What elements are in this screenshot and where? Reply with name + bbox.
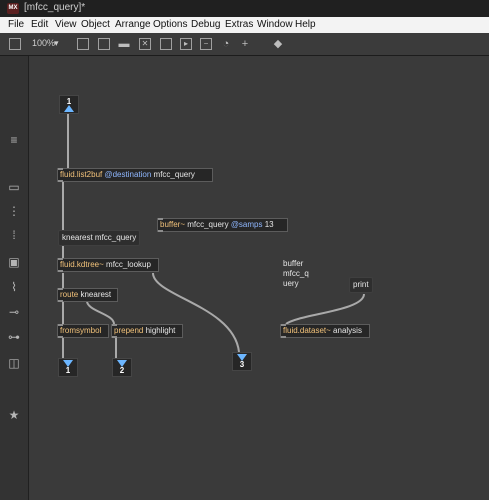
buffer-val: 13 (264, 220, 274, 229)
message-icon[interactable] (160, 38, 172, 50)
max-app-icon: MX (7, 3, 19, 14)
presentation-icon[interactable] (77, 38, 89, 50)
cord-kdtree-to-outlet3 (152, 272, 240, 353)
link-icon[interactable]: ⊶ (7, 330, 21, 344)
kdtree-arg: mfcc_lookup (106, 260, 151, 269)
dataset-object[interactable]: fluid.dataset~ analysis (280, 324, 370, 338)
buffer-comment: buffer mfcc_q uery (283, 259, 309, 288)
buffer-object[interactable]: buffer~ mfcc_query @samps 13 (157, 218, 288, 232)
list2buf-attr: @destination (104, 170, 152, 179)
window-title: [mfcc_query]* (24, 2, 86, 13)
zoom-dropdown-icon[interactable]: ▾ (54, 38, 59, 49)
menu-icon[interactable]: ≡ (7, 133, 21, 147)
outlet-1-label: 1 (65, 366, 71, 375)
sidebar-toggle-icon[interactable] (9, 38, 21, 50)
menu-help[interactable]: Help (295, 19, 316, 30)
list2buf-name: fluid.list2buf (60, 170, 103, 179)
outlet-2[interactable]: 2 (112, 358, 132, 377)
close-icon[interactable]: ✕ (139, 38, 151, 50)
patch-cords (62, 113, 365, 358)
kdtree-object[interactable]: fluid.kdtree~ mfcc_lookup (57, 258, 159, 272)
toolbar: 100% ▾ ▬ ✕ ▸ − ◔ + ◆ (0, 33, 489, 56)
outlet-3[interactable]: 3 (232, 352, 252, 371)
list2buf-arg: mfcc_query (153, 170, 195, 179)
square-icon[interactable]: ◫ (7, 356, 21, 370)
paint-bucket-icon[interactable]: ◆ (271, 37, 285, 51)
inlet-1[interactable]: 1 (59, 95, 79, 114)
list2buf-object[interactable]: fluid.list2buf @destination mfcc_query (57, 168, 213, 182)
outlet-2-label: 2 (119, 366, 125, 375)
image-icon[interactable]: ▣ (7, 255, 21, 269)
play-icon[interactable]: ▸ (180, 38, 192, 50)
clip-icon[interactable]: ⌇ (7, 280, 21, 294)
comment-icon[interactable]: ▬ (117, 37, 131, 51)
kdtree-name: fluid.kdtree~ (60, 260, 104, 269)
menu-file[interactable]: File (8, 19, 24, 30)
buffer-arg: mfcc_query (187, 220, 229, 229)
left-sidebar: ≡ ▭ ⋮ ⁞ ▣ ⌇ ⊸ ⊶ ◫ ★ (0, 56, 29, 500)
title-bar: MX [mfcc_query]* (0, 0, 489, 17)
buffer-attr: @samps (230, 220, 263, 229)
grid-icon[interactable] (98, 38, 110, 50)
menu-extras[interactable]: Extras (225, 19, 253, 30)
route-arg: knearest (80, 290, 112, 299)
dial-icon[interactable]: ◔ (219, 37, 233, 51)
plug-icon[interactable]: ⊸ (7, 305, 21, 319)
inlet-arrow-icon (64, 105, 74, 112)
menu-options[interactable]: Options (153, 19, 187, 30)
menu-view[interactable]: View (55, 19, 77, 30)
prepend-object[interactable]: prepend highlight (111, 324, 183, 338)
outlet-1[interactable]: 1 (58, 358, 78, 377)
menu-edit[interactable]: Edit (31, 19, 48, 30)
print-message[interactable]: print (349, 277, 373, 293)
zoom-level[interactable]: 100% (32, 38, 55, 48)
menu-window[interactable]: Window (257, 19, 293, 30)
menu-bar: File Edit View Object Arrange Options De… (0, 17, 489, 33)
fromsymbol-name: fromsymbol (60, 326, 102, 335)
buffer-name: buffer~ (160, 220, 185, 229)
patcher-canvas[interactable]: 1 fluid.list2buf @destination mfcc_query… (29, 56, 489, 500)
dataset-arg: analysis (333, 326, 362, 335)
slider-icon[interactable]: − (200, 38, 212, 50)
route-name: route (60, 290, 79, 299)
waveform-icon[interactable]: ⋮ (7, 204, 21, 218)
menu-arrange[interactable]: Arrange (115, 19, 151, 30)
step-icon[interactable]: ⁞ (7, 228, 21, 242)
outlet-3-label: 3 (239, 360, 245, 369)
fromsymbol-object[interactable]: fromsymbol (57, 324, 109, 338)
add-icon[interactable]: + (238, 37, 252, 51)
star-icon[interactable]: ★ (7, 408, 21, 422)
cord-print-to-dataset (285, 293, 365, 325)
menu-object[interactable]: Object (81, 19, 110, 30)
menu-debug[interactable]: Debug (191, 19, 220, 30)
prepend-arg: highlight (145, 326, 176, 335)
cord-route-to-prepend (86, 300, 115, 325)
prepend-name: prepend (114, 326, 144, 335)
knearest-message[interactable]: knearest mfcc_query (58, 230, 141, 246)
route-object[interactable]: route knearest (57, 288, 118, 302)
film-icon[interactable]: ▭ (7, 180, 21, 194)
dataset-name: fluid.dataset~ (283, 326, 331, 335)
